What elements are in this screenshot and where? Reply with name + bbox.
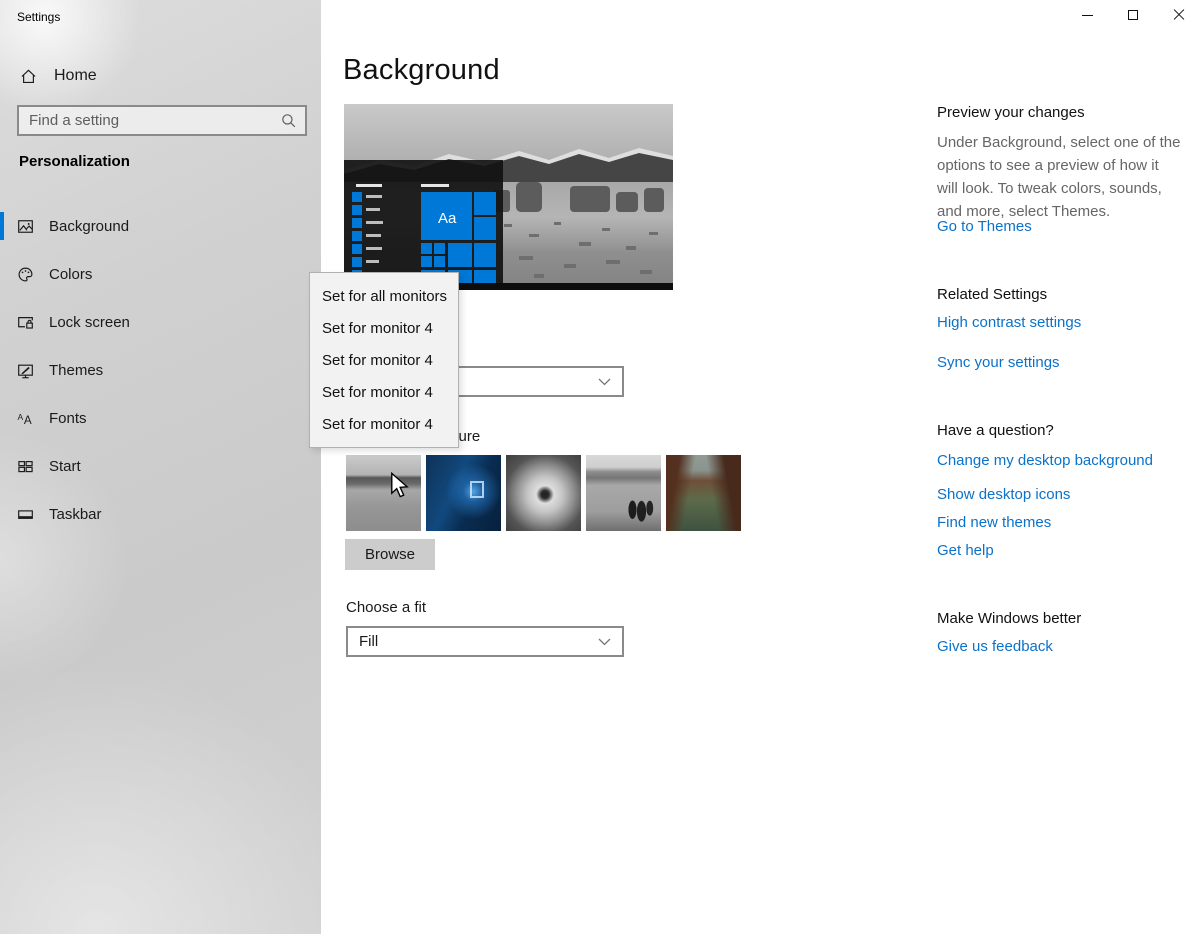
fit-dropdown-value: Fill [348, 633, 378, 650]
sidebar-item-label: Start [49, 458, 81, 475]
preview-aa-tile-label: Aa [438, 210, 457, 227]
high-contrast-link[interactable]: High contrast settings [937, 314, 1187, 331]
window-title: Settings [17, 10, 60, 24]
close-button[interactable] [1156, 0, 1202, 30]
sidebar: Settings Home Personalization [0, 0, 321, 934]
search-box [17, 105, 307, 136]
sidebar-item-label: Themes [49, 362, 103, 379]
browse-button[interactable]: Browse [345, 539, 435, 570]
picture-thumbnails [346, 455, 741, 531]
sidebar-item-fonts[interactable]: A A Fonts [0, 398, 321, 438]
caption-buttons [1064, 0, 1202, 30]
sidebar-item-start[interactable]: Start [0, 446, 321, 486]
change-background-link[interactable]: Change my desktop background [937, 452, 1187, 469]
page-title: Background [343, 54, 500, 87]
taskbar-icon [17, 506, 34, 523]
svg-text:A: A [18, 412, 24, 422]
make-windows-better-heading: Make Windows better [937, 610, 1187, 627]
go-to-themes-link[interactable]: Go to Themes [937, 218, 1187, 235]
give-feedback-link[interactable]: Give us feedback [937, 638, 1187, 655]
sidebar-item-lock-screen[interactable]: Lock screen [0, 302, 321, 342]
windows-logo-glow [470, 481, 484, 498]
search-input[interactable] [19, 112, 281, 129]
have-question-heading: Have a question? [937, 422, 1187, 439]
sidebar-item-label: Colors [49, 266, 92, 283]
themes-icon [17, 362, 34, 379]
svg-text:A: A [24, 413, 32, 426]
preview-changes-body: Under Background, select one of the opti… [937, 131, 1183, 223]
sidebar-item-taskbar[interactable]: Taskbar [0, 494, 321, 534]
sidebar-item-label: Home [54, 67, 97, 85]
fonts-icon: A A [17, 410, 34, 427]
sidebar-item-label: Fonts [49, 410, 87, 427]
sidebar-item-label: Background [49, 218, 129, 235]
menu-item-set-monitor-4[interactable]: Set for monitor 4 [310, 376, 458, 408]
sync-settings-link[interactable]: Sync your settings [937, 354, 1187, 371]
sidebar-item-colors[interactable]: Colors [0, 254, 321, 294]
maximize-icon [1128, 10, 1138, 20]
sidebar-item-home[interactable]: Home [20, 62, 300, 90]
sidebar-item-label: Taskbar [49, 506, 102, 523]
home-icon [20, 68, 37, 85]
choose-fit-label: Choose a fit [346, 599, 426, 616]
show-desktop-icons-link[interactable]: Show desktop icons [937, 486, 1187, 503]
settings-window: Settings Home Personalization [0, 0, 1202, 934]
maximize-button[interactable] [1110, 0, 1156, 30]
minimize-button[interactable] [1064, 0, 1110, 30]
sidebar-item-background[interactable]: Background [0, 206, 321, 246]
preview-changes-heading: Preview your changes [937, 104, 1187, 121]
thumbnail-dandelion[interactable] [506, 455, 581, 531]
chevron-down-icon [598, 638, 611, 646]
sidebar-section-heading: Personalization [19, 153, 130, 170]
related-settings-heading: Related Settings [937, 286, 1187, 303]
sidebar-item-themes[interactable]: Themes [0, 350, 321, 390]
search-icon[interactable] [281, 113, 296, 128]
thumbnail-canyon-color[interactable] [666, 455, 741, 531]
menu-item-set-monitor-4[interactable]: Set for monitor 4 [310, 312, 458, 344]
selected-accent-bar [0, 212, 4, 240]
colors-icon [17, 266, 34, 283]
thumbnail-hikers-bw[interactable] [586, 455, 661, 531]
menu-item-set-monitor-4[interactable]: Set for monitor 4 [310, 344, 458, 376]
start-icon [17, 458, 34, 475]
thumbnail-windows-hero[interactable] [426, 455, 501, 531]
sidebar-item-label: Lock screen [49, 314, 130, 331]
set-background-context-menu: Set for all monitors Set for monitor 4 S… [309, 272, 459, 448]
fit-dropdown[interactable]: Fill [346, 626, 624, 657]
menu-item-set-all-monitors[interactable]: Set for all monitors [310, 280, 458, 312]
close-icon [1173, 9, 1185, 21]
background-icon [17, 218, 34, 235]
thumbnail-desert-bw[interactable] [346, 455, 421, 531]
menu-item-set-monitor-4[interactable]: Set for monitor 4 [310, 408, 458, 440]
lock-screen-icon [17, 314, 34, 331]
minimize-icon [1082, 15, 1093, 16]
chevron-down-icon [598, 378, 611, 386]
find-new-themes-link[interactable]: Find new themes [937, 514, 1187, 531]
background-preview: Aa [344, 104, 673, 290]
get-help-link[interactable]: Get help [937, 542, 1187, 559]
